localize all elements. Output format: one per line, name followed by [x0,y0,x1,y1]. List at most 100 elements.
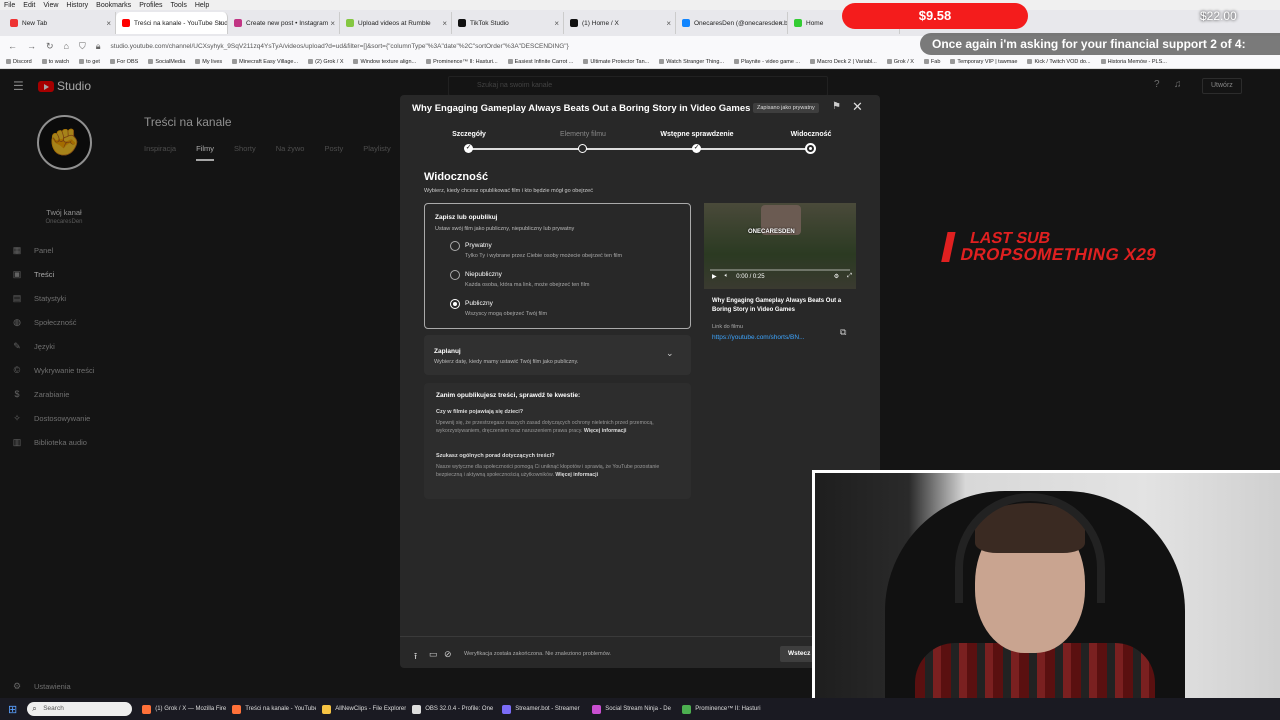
taskbar-app[interactable]: Treści na kanale - YouTube [232,704,317,714]
menu-item[interactable]: Help [195,2,209,9]
more-info-link[interactable]: Więcej informacji [555,472,598,478]
bookmark-item[interactable]: Ultimate Protector Tan... [583,59,649,65]
taskbar-app-label: Treści na kanale - YouTube [245,706,317,712]
chevron-down-icon[interactable]: ⌄ [666,348,674,359]
tab-label: Home [806,19,824,27]
menu-item[interactable]: Profiles [139,2,162,9]
bookmark-item[interactable]: Grok / X [887,59,914,65]
browser-tab[interactable]: New Tab × [4,12,116,34]
check-circle-icon[interactable]: ⊘ [444,649,452,660]
taskbar-app[interactable]: (1) Grok / X — Mozilla Firefox [142,704,226,714]
reload-icon[interactable]: ↻ [46,41,54,52]
browser-tab[interactable]: Create new post • Instagram × [228,12,340,34]
close-tab-icon[interactable]: × [554,19,559,28]
bookmark-item[interactable]: Prominence™ II: Hasturi... [426,59,498,65]
schedule-title: Zaplanuj [434,348,461,355]
bookmark-item[interactable]: Discord [6,59,32,65]
tab-label: Upload videos at Rumble [358,19,431,27]
browser-tab[interactable]: OnecaresDen (@onecaresden.bsky.social)× [676,12,788,34]
forward-icon[interactable]: → [27,41,36,51]
back-icon[interactable]: ← [8,41,17,51]
close-icon[interactable]: ✕ [852,99,863,115]
taskbar-app[interactable]: Streamer.bot - Streamer [502,704,586,714]
taskbar-app[interactable]: Prominence™ II: Hasturi [682,704,766,714]
bookmark-item[interactable]: Kick / Twitch VOD do... [1027,59,1090,65]
taskbar-app-icon [502,704,512,714]
menu-item[interactable]: History [66,2,88,9]
close-tab-icon[interactable]: × [218,19,223,28]
bookmark-item[interactable]: Macro Deck 2 | Variabl... [810,59,877,65]
play-icon[interactable]: ▶ [712,273,717,280]
browser-tab[interactable]: (1) Home / X × [564,12,676,34]
taskbar-app[interactable]: AllNewClips - File Explorer [322,704,407,714]
taskbar-app-icon [232,704,242,714]
close-tab-icon[interactable]: × [778,19,783,28]
bookmark-item[interactable]: to watch [42,59,69,65]
bookmark-item[interactable]: Fab [924,59,940,65]
settings-gear-icon[interactable]: ⚙ [834,273,839,280]
lock-icon[interactable]: 🔒︎ [96,41,101,52]
step-checks-check-icon[interactable]: ✓ [692,144,701,153]
bookmark-item[interactable]: SocialMedia [148,59,185,65]
taskbar-app-label: AllNewClips - File Explorer [335,706,407,712]
bookmark-item[interactable]: Window texture align... [353,59,416,65]
step-visibility[interactable]: Widoczność [771,131,851,138]
close-tab-icon[interactable]: × [666,19,671,28]
copy-icon[interactable]: ⧉ [840,327,846,338]
step-video-elements-dot[interactable] [578,144,587,153]
bookmark-item[interactable]: Historia Memów - PLS... [1101,59,1167,65]
donation-bar: $9.58 [842,3,1028,29]
step-details[interactable]: Szczegóły [429,131,509,138]
menu-item[interactable]: File [4,2,15,9]
bookmark-item[interactable]: to get [79,59,100,65]
schedule-section[interactable]: Zaplanuj Wybierz datę, kiedy mamy ustawi… [424,335,691,375]
close-tab-icon[interactable]: × [106,19,111,28]
shield-icon[interactable]: ⛉ [79,41,86,52]
upload-icon[interactable]: ⭱ [414,649,417,665]
volume-icon[interactable]: 🔈︎ [725,273,729,280]
publish-title: Zapisz lub opublikuj [435,214,498,221]
video-link[interactable]: https://youtube.com/shorts/BN... [712,334,805,341]
taskbar-app[interactable]: OBS 32.0.4 - Profile: One [412,704,496,714]
step-details-check-icon[interactable]: ✓ [464,144,473,153]
menu-item[interactable]: View [43,2,58,9]
taskbar-app[interactable]: Social Stream Ninja - De [592,704,676,714]
visibility-option-label: Publiczny [465,300,493,307]
taskbar: ⊞ Search (1) Grok / X — Mozilla Firefox T… [0,698,1280,720]
bookmark-item[interactable]: Watch Stranger Thing... [659,59,724,65]
browser-tab[interactable]: Treści na kanale - YouTube Studio × [116,12,228,34]
bookmark-item[interactable]: My lives [195,59,222,65]
close-tab-icon[interactable]: × [330,19,335,28]
menu-item[interactable]: Tools [171,2,187,9]
bookmark-item[interactable]: Temporary VIP | tawmae [950,59,1017,65]
step-visibility-dot[interactable] [805,143,816,154]
video-player[interactable]: ONECARESDEN ▶ 🔈︎ 0:00 / 0:25 ⚙ ⤢ [704,203,856,289]
schedule-subtitle: Wybierz datę, kiedy mamy ustawić Twój fi… [434,359,579,365]
publish-subtitle: Ustaw swój film jako publiczny, niepubli… [435,226,575,232]
taskbar-app-label: OBS 32.0.4 - Profile: One [425,706,494,712]
bookmark-item[interactable]: Minecraft Easy Village... [232,59,298,65]
fullscreen-icon[interactable]: ⤢ [847,273,852,280]
bookmark-item[interactable]: Playnite - video game ... [734,59,800,65]
home-icon[interactable]: ⌂ [64,41,69,51]
bookmark-item[interactable]: (2) Grok / X [308,59,343,65]
browser-tab[interactable]: Upload videos at Rumble × [340,12,452,34]
taskbar-app-label: Social Stream Ninja - De [605,706,671,712]
progress-bar[interactable] [710,269,850,271]
radio-button[interactable] [450,241,460,251]
radio-button[interactable] [450,299,460,309]
radio-button[interactable] [450,270,460,280]
close-tab-icon[interactable]: × [442,19,447,28]
step-video-elements[interactable]: Elementy filmu [543,131,623,138]
menu-item[interactable]: Bookmarks [96,2,131,9]
bookmark-item[interactable]: For OBS [110,59,138,65]
windows-start-icon[interactable]: ⊞ [8,703,17,716]
more-info-link[interactable]: Więcej informacji [584,428,627,434]
taskbar-search-input[interactable]: Search [27,702,133,716]
menu-item[interactable]: Edit [23,2,35,9]
browser-tab[interactable]: TikTok Studio × [452,12,564,34]
bookmark-item[interactable]: Easiest Infinite Carrot ... [508,59,574,65]
hd-icon[interactable]: ▭ [429,649,438,660]
step-checks[interactable]: Wstępne sprawdzenie [657,131,737,138]
report-icon[interactable]: ⚑ [832,101,841,112]
